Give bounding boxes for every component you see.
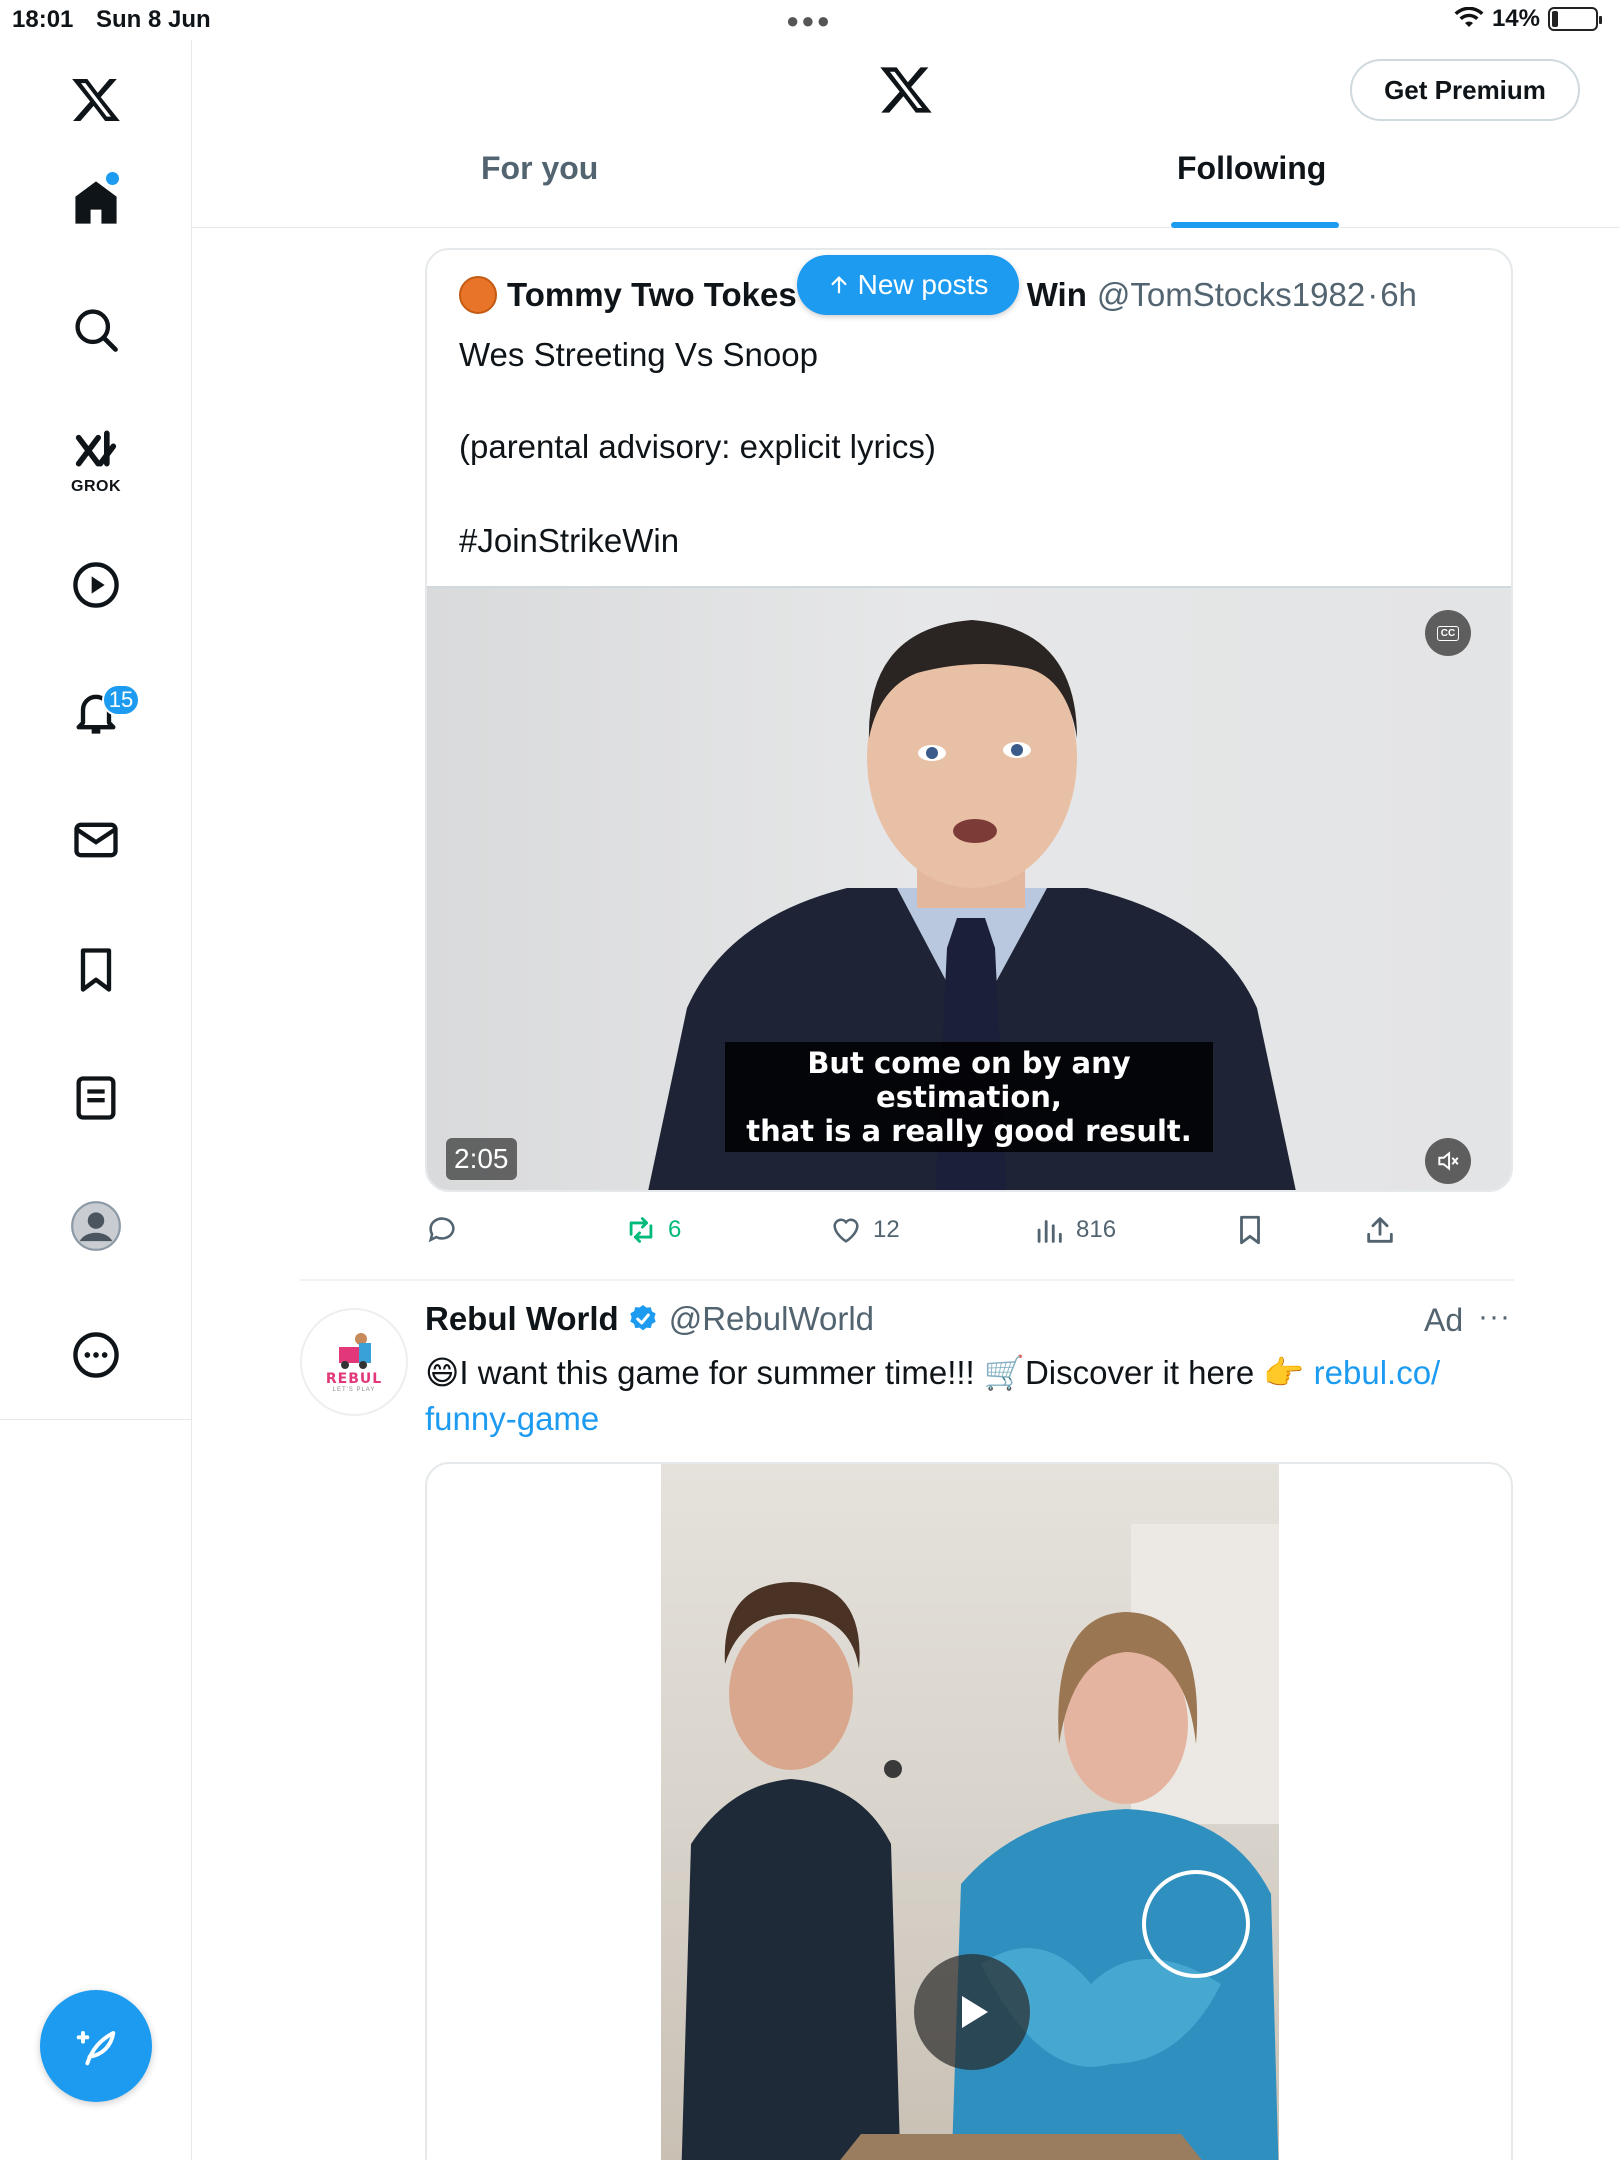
post-text-line: Wes Streeting Vs Snoop [459,336,818,373]
heart-icon [833,1218,859,1243]
analytics-icon [1037,1220,1062,1243]
share-button[interactable] [1363,1208,1397,1252]
play-icon [962,1996,988,2028]
ad-text: 😄I want this game for summer time!!! 🛒Di… [425,1354,1314,1391]
ad-media-card[interactable] [425,1462,1513,2160]
author-avatar[interactable] [459,276,497,314]
ad-post-header: Rebul World @RebulWorld [425,1300,874,1338]
home-unread-dot [106,172,119,185]
x-logo-icon [880,67,932,113]
reply-button[interactable] [425,1208,459,1252]
tab-for-you[interactable]: For you [481,150,598,228]
status-time: 18:01 [12,6,74,33]
battery-icon [1548,7,1602,31]
rebul-avatar[interactable]: REBUL LET'S PLAY [300,1308,408,1416]
repost-count: 6 [668,1216,682,1243]
video-subtitle: But come on by any estimation, that is a… [725,1042,1213,1152]
active-tab-indicator [1171,222,1339,228]
compose-button[interactable] [40,1990,152,2102]
ad-video[interactable] [661,1464,1279,2160]
rebul-logo-subtext: LET'S PLAY [332,1387,376,1393]
new-posts-button[interactable]: New posts [797,255,1019,315]
search-icon[interactable] [46,280,146,380]
view-count: 816 [1076,1216,1117,1243]
list-icon[interactable] [46,1048,146,1148]
mute-button[interactable] [1425,1138,1471,1184]
ad-label: Ad [1424,1302,1464,1338]
cc-icon: CC [1436,625,1460,641]
post-hashtag[interactable]: #JoinStrikeWin [459,522,679,560]
quoted-post-card[interactable]: Tommy Two Tokes Win @TomStocks1982 · 6h … [425,248,1513,1192]
post-time[interactable]: 6h [1380,276,1417,314]
post-divider [300,1279,1514,1281]
battery-percent: 14% [1491,5,1540,32]
video-duration: 2:05 [446,1138,517,1180]
wifi-icon [1454,7,1484,27]
toy-train-icon [339,1333,371,1369]
status-bar: 18:01 Sun 8 Jun ●●● 14% [0,0,1620,40]
avatar-icon[interactable] [46,1176,146,1276]
timeline-header: Get Premium For you Following [192,40,1620,228]
rebul-logo-text: REBUL [325,1371,383,1387]
author-name[interactable]: Tommy Two Tokes [507,276,797,314]
author-name-suffix[interactable]: Win [1027,276,1087,314]
notifications-badge: 15 [102,684,140,716]
reply-icon [428,1217,455,1243]
verified-badge-icon [630,1305,656,1331]
status-right: 14% [1454,5,1602,33]
bookmark-icon[interactable] [46,920,146,1020]
play-button[interactable] [914,1954,1030,2070]
volume-muted-icon [1438,1151,1459,1171]
new-posts-label: New posts [857,269,989,300]
grok-label: GROK [71,478,121,495]
sidebar-divider [191,1420,192,2160]
repost-button[interactable]: 6 [624,1208,681,1252]
author-handle[interactable]: @TomStocks1982 [1097,276,1365,314]
mail-icon[interactable] [46,790,146,890]
ad-post-text: 😄I want this game for summer time!!! 🛒Di… [425,1350,1505,1442]
views-button[interactable]: 816 [1032,1208,1116,1252]
tab-following[interactable]: Following [1177,150,1326,228]
more-options-icon[interactable]: ··· [1478,1300,1511,1334]
get-premium-button[interactable]: Get Premium [1350,59,1580,121]
bookmark-icon [1240,1215,1260,1245]
video-player[interactable]: CC But come on by any estimation, that i… [427,586,1511,1190]
share-icon [1367,1217,1393,1243]
x-logo-icon[interactable] [46,50,146,150]
author-handle[interactable]: @RebulWorld [669,1300,874,1338]
play-circle-icon[interactable] [46,535,146,635]
sidebar [0,40,192,1420]
bookmark-post-button[interactable] [1233,1208,1267,1252]
home-icon[interactable] [46,152,146,252]
post-text-line: (parental advisory: explicit lyrics) [459,428,936,465]
like-count: 12 [873,1216,900,1243]
repost-icon [629,1217,653,1243]
more-circle-icon[interactable] [46,1305,146,1405]
closed-captions-button[interactable]: CC [1425,610,1471,656]
arrow-up-icon [831,276,847,294]
author-name[interactable]: Rebul World [425,1300,619,1338]
multitask-dots-icon[interactable]: ●●● [786,8,832,34]
like-button[interactable]: 12 [829,1208,900,1252]
status-date: Sun 8 Jun [96,6,211,33]
compose-feather-icon [76,2031,116,2066]
